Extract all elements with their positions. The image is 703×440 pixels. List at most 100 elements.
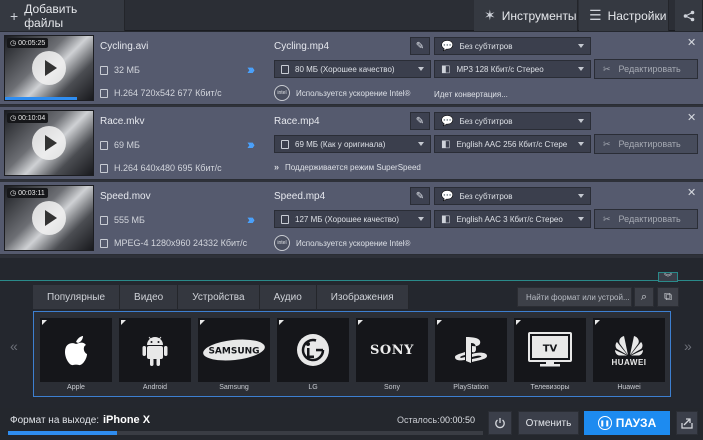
subtitles-dropdown[interactable]: 💬 Без субтитров [434, 37, 591, 55]
apple-logo-icon [65, 336, 87, 366]
output-size-dropdown[interactable]: 69 МБ (Как у оригинала) [274, 135, 431, 153]
chevron-down-icon [578, 142, 584, 146]
device-android[interactable] [119, 318, 191, 382]
file-icon [100, 65, 108, 75]
chevron-down-icon [578, 44, 584, 48]
pause-button[interactable]: ❚❚ ПАУЗА [584, 411, 670, 435]
device-playstation[interactable] [435, 318, 507, 382]
search-button[interactable]: ⌕ [634, 287, 654, 307]
detect-device-button[interactable]: ⧉ [657, 287, 679, 307]
device-label: PlayStation [453, 384, 489, 391]
device-lg[interactable] [277, 318, 349, 382]
remaining-time-value: 00:00:50 [440, 415, 476, 425]
acceleration-note: intel Используется ускорение Intel® [274, 235, 410, 251]
settings-label: Настройки [607, 8, 667, 23]
file-list: ◷ 00:05:25 Cycling.avi 32 МБ H.264 720x5… [0, 32, 703, 258]
format-search-input[interactable] [526, 292, 631, 302]
device-samsung[interactable]: SAMSUNG [198, 318, 270, 382]
rename-button[interactable]: ✎ [410, 37, 430, 55]
chevron-down-icon [418, 217, 424, 221]
chevron-down-icon [418, 67, 424, 71]
file-icon [281, 214, 289, 224]
collapse-panel-button[interactable]: ︾ [658, 272, 678, 282]
overall-progress-bar [8, 431, 483, 435]
edit-button[interactable]: ✂ Редактировать [594, 134, 698, 154]
intel-icon: intel [274, 235, 290, 251]
rename-button[interactable]: ✎ [410, 187, 430, 205]
intel-icon: intel [274, 85, 290, 101]
source-filename: Cycling.avi [100, 41, 149, 52]
output-size-dropdown[interactable]: 80 МБ (Хорошее качество) [274, 60, 431, 78]
chevron-down-icon [578, 217, 584, 221]
edit-button[interactable]: ✂ Редактировать [594, 209, 698, 229]
shutdown-after-button[interactable] [488, 411, 512, 435]
subtitles-dropdown[interactable]: 💬 Без субтитров [434, 112, 591, 130]
file-icon [281, 139, 289, 149]
edit-button[interactable]: ✂ Редактировать [594, 59, 698, 79]
audio-icon: ◧ [441, 138, 451, 150]
device-tv[interactable]: TV [514, 318, 586, 382]
corner-marker [437, 320, 442, 325]
video-thumbnail[interactable]: ◷ 00:03:11 [4, 185, 94, 251]
source-filename: Speed.mov [100, 191, 151, 202]
speech-bubble-icon: 💬 [441, 115, 454, 127]
play-icon[interactable] [32, 51, 66, 85]
tab-audio[interactable]: Аудио [259, 285, 317, 309]
subtitles-dropdown[interactable]: 💬 Без субтитров [434, 187, 591, 205]
chevron-down-icon [578, 119, 584, 123]
panel-divider [0, 280, 703, 281]
acceleration-note: » Поддерживается режим SuperSpeed [274, 162, 421, 172]
tv-icon-text: TV [543, 344, 558, 355]
corner-marker [42, 320, 47, 325]
pause-icon: ❚❚ [597, 416, 612, 430]
duration: ◷ 00:03:11 [7, 188, 48, 198]
android-logo-icon [142, 336, 168, 366]
source-codec: H.264 640x480 695 Кбит/с [100, 163, 222, 173]
remove-file-button[interactable]: ✕ [687, 186, 696, 199]
audio-dropdown[interactable]: ◧ English AAC 256 Кбит/с Стере [434, 135, 591, 153]
chevron-down-icon [578, 194, 584, 198]
format-search [517, 287, 632, 307]
share-icon [683, 10, 694, 21]
scroll-right-button[interactable]: » [684, 338, 692, 354]
samsung-wordmark: SAMSUNG [208, 347, 259, 357]
video-thumbnail[interactable]: ◷ 00:10:04 [4, 110, 94, 176]
share-button[interactable] [675, 0, 703, 31]
duration: ◷ 00:05:25 [7, 38, 49, 48]
settings-button[interactable]: ☰ Настройки [579, 0, 669, 31]
tv-icon: TV [528, 332, 572, 367]
rename-button[interactable]: ✎ [410, 112, 430, 130]
output-format-value[interactable]: iPhone X [103, 414, 150, 426]
play-icon[interactable] [32, 126, 66, 160]
device-sony[interactable]: SONY [356, 318, 428, 382]
corner-marker [358, 320, 363, 325]
chevron-down-icon [578, 67, 584, 71]
tab-popular[interactable]: Популярные [33, 285, 121, 309]
output-size-dropdown[interactable]: 127 МБ (Хорошее качество) [274, 210, 431, 228]
tab-images[interactable]: Изображения [316, 285, 409, 309]
video-thumbnail[interactable]: ◷ 00:05:25 [4, 35, 94, 101]
remove-file-button[interactable]: ✕ [687, 36, 696, 49]
speech-bubble-icon: 💬 [441, 40, 454, 52]
video-icon [100, 88, 108, 98]
open-output-folder-button[interactable] [676, 411, 698, 435]
source-codec: MPEG-4 1280x960 24332 Кбит/с [100, 238, 247, 248]
tab-video[interactable]: Видео [120, 285, 179, 309]
tools-label: Инструменты [501, 8, 577, 23]
device-huawei[interactable]: HUAWEI [593, 318, 665, 382]
add-files-button[interactable]: + Добавить файлы [0, 0, 125, 31]
corner-marker [121, 320, 126, 325]
audio-dropdown[interactable]: ◧ MP3 128 Кбит/с Стерео [434, 60, 591, 78]
audio-dropdown[interactable]: ◧ English AAC 3 Кбит/с Стерео [434, 210, 591, 228]
remove-file-button[interactable]: ✕ [687, 111, 696, 124]
app-window: + Добавить файлы ✶ Инструменты ☰ Настрой… [0, 0, 703, 440]
device-apple[interactable] [40, 318, 112, 382]
tab-devices[interactable]: Устройства [178, 285, 260, 309]
play-icon[interactable] [32, 201, 66, 235]
file-row: ◷ 00:05:25 Cycling.avi 32 МБ H.264 720x5… [0, 32, 703, 105]
tools-button[interactable]: ✶ Инструменты [474, 0, 578, 31]
cancel-button[interactable]: Отменить [518, 411, 579, 435]
video-icon [100, 163, 108, 173]
scroll-left-button[interactable]: « [10, 338, 18, 354]
huawei-wordmark: HUAWEI [611, 357, 647, 367]
